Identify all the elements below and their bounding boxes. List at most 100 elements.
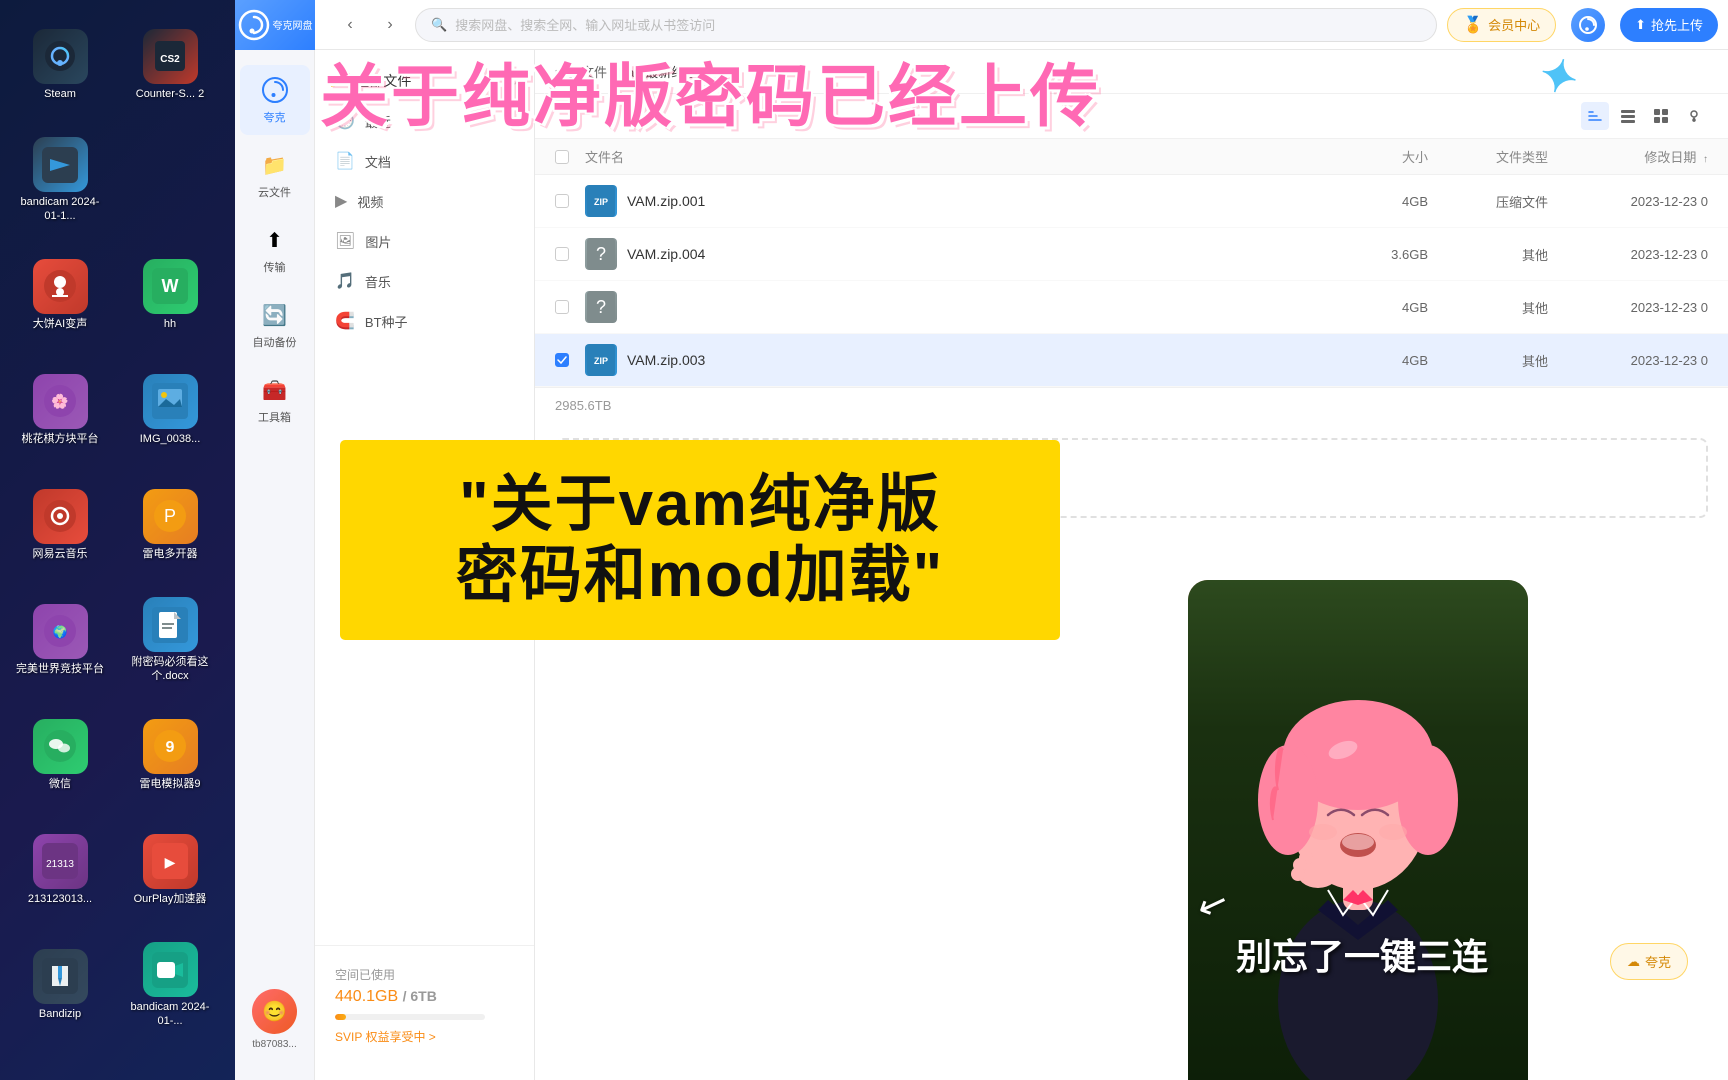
col-header-size: 大小	[1328, 147, 1428, 166]
sort-view-btn[interactable]	[1581, 102, 1609, 130]
breadcrumb-root[interactable]: 全部文件	[555, 62, 607, 81]
quark-icon-btn[interactable]	[1571, 8, 1605, 42]
banner-line2: 密码和mod加载"	[456, 540, 944, 611]
wangyi-icon[interactable]: 网易云音乐	[10, 475, 110, 575]
nav-bt[interactable]: 🧲 BT种子	[315, 301, 534, 341]
user-avatar[interactable]: 😊	[252, 989, 297, 1034]
nav-audio[interactable]: 🎵 音乐	[315, 261, 534, 301]
view-toolbar	[1581, 102, 1708, 130]
num21-icon[interactable]: 21313 213123013...	[10, 820, 110, 920]
svg-text:?: ?	[596, 297, 606, 317]
recent-label: 最近	[365, 112, 391, 131]
bandicam1-icon[interactable]: bandicam 2024-01-1...	[10, 130, 110, 230]
table-row[interactable]: ? VAM.zip.004 3.6GB 其他 2023-12-23 0	[535, 228, 1728, 281]
all-files-btn[interactable]: 📂 全部文件	[330, 71, 411, 91]
upload-label: 抢先上传	[1651, 15, 1703, 34]
sidebar-item-quark[interactable]: 夸克	[240, 65, 310, 135]
table-row[interactable]: ZIP VAM.zip.003 4GB 其他 2023-12-23 0	[535, 334, 1728, 387]
ourplay-label: OurPlay加速器	[134, 893, 207, 906]
file3-date: 2023-12-23 0	[1548, 300, 1708, 315]
table-row[interactable]: ? 4GB 其他 2023-12-23 0	[535, 281, 1728, 334]
map-view-btn[interactable]	[1680, 102, 1708, 130]
doc-icon-img	[143, 597, 198, 652]
taohua-icon[interactable]: 🌸 桃花棋方块平台	[10, 360, 110, 460]
sidebar-item-transfer[interactable]: ⬆ 传输	[240, 215, 310, 285]
hh-icon[interactable]: W hh	[120, 245, 220, 345]
dabing-icon[interactable]: 大饼AI变声	[10, 245, 110, 345]
svg-text:?: ?	[596, 244, 606, 264]
nav-docs[interactable]: 📄 文档	[315, 141, 534, 181]
anime-face-container	[1188, 580, 1528, 1080]
taohua-icon-img: 🌸	[33, 374, 88, 429]
bandicam2-label: bandicam 2024-01-...	[125, 1001, 215, 1027]
list-view-btn[interactable]	[1647, 102, 1675, 130]
icon-row-8: Bandizip bandicam 2024-01-...	[0, 930, 235, 1040]
svip-link[interactable]: SVIP 权益享受中 >	[335, 1028, 514, 1045]
file4-name: VAM.zip.003	[627, 352, 705, 368]
row1-checkbox[interactable]	[555, 194, 569, 208]
bandicam2-icon[interactable]: bandicam 2024-01-...	[120, 935, 220, 1035]
video-label: 视频	[357, 192, 383, 211]
bandizip-icon[interactable]: Bandizip	[10, 935, 110, 1035]
ourplay-icon-img: ▶	[143, 834, 198, 889]
transfer-icon: ⬆	[260, 225, 290, 255]
nav-video[interactable]: ▶ 视频	[315, 181, 534, 221]
nav-back-btn[interactable]: ‹	[335, 10, 365, 40]
anime-character-svg	[1188, 580, 1528, 1080]
row2-checkbox[interactable]	[555, 247, 569, 261]
file1-date: 2023-12-23 0	[1548, 194, 1708, 209]
cloud-sidebar: 夸克 📁 云文件 ⬆ 传输 🔄 自动备份 🧰 工具箱	[235, 50, 315, 1080]
nav-recent[interactable]: 🕐 最近	[315, 101, 534, 141]
wangyi-label: 网易云音乐	[33, 548, 88, 561]
steam-icon-img	[33, 29, 88, 84]
audio-icon: 🎵	[335, 271, 355, 291]
total-row: 2985.6TB	[535, 387, 1728, 423]
member-label: 会员中心	[1488, 15, 1540, 34]
sidebar-item-cloud-files[interactable]: 📁 云文件	[240, 140, 310, 210]
icon-row-5: 🌍 完美世界竞技平台 附密码必须看这个.docx	[0, 585, 235, 695]
search-placeholder: 搜索网盘、搜索全网、输入网址或从书签访问	[455, 15, 715, 34]
world-tech-icon[interactable]: 🌍 完美世界竞技平台	[10, 590, 110, 690]
leidianduo-icon[interactable]: P 雷电多开器	[120, 475, 220, 575]
ourplay-icon[interactable]: ▶ OurPlay加速器	[120, 820, 220, 920]
sidebar-item-tools[interactable]: 🧰 工具箱	[240, 365, 310, 435]
hh-label: hh	[164, 318, 176, 331]
leidianduo-icon-img: P	[143, 489, 198, 544]
search-bar[interactable]: 🔍 搜索网盘、搜索全网、输入网址或从书签访问	[415, 8, 1437, 42]
title-bar: 夸克网盘 ‹ › 🔍 搜索网盘、搜索全网、输入网址或从书签访问 🏅 会员中心 ⬆…	[235, 0, 1728, 50]
svg-text:P: P	[164, 506, 176, 526]
steam-icon[interactable]: Steam	[10, 15, 110, 115]
sidebar-item-auto-backup[interactable]: 🔄 自动备份	[240, 290, 310, 360]
row3-checkbox[interactable]	[555, 300, 569, 314]
file2-size: 3.6GB	[1328, 247, 1428, 262]
save-cloud-btn[interactable]: ☁ 夸克	[1610, 943, 1688, 980]
select-all-checkbox[interactable]	[555, 150, 569, 164]
docs-label: 文档	[365, 152, 391, 171]
file2-date: 2023-12-23 0	[1548, 247, 1708, 262]
upload-btn[interactable]: ⬆ 抢先上传	[1620, 8, 1718, 42]
counter-icon[interactable]: CS2 Counter-S... 2	[120, 15, 220, 115]
total-size: 2985.6TB	[555, 398, 611, 413]
yellow-banner: "关于vam纯净版 密码和mod加载"	[340, 440, 1060, 640]
nav-forward-btn[interactable]: ›	[375, 10, 405, 40]
row4-checkbox[interactable]	[555, 353, 569, 367]
bt-label: BT种子	[365, 312, 408, 331]
counter-icon-img: CS2	[143, 29, 198, 84]
doc-icon[interactable]: 附密码必须看这个.docx	[120, 590, 220, 690]
img-icon[interactable]: IMG_0038...	[120, 360, 220, 460]
member-center-btn[interactable]: 🏅 会员中心	[1447, 8, 1556, 42]
save-cloud-label: 夸克	[1645, 952, 1671, 971]
leidiannine-icon[interactable]: 9 雷电模拟器9	[120, 705, 220, 805]
storage-bar-fill	[335, 1014, 346, 1020]
weixin-icon[interactable]: 微信	[10, 705, 110, 805]
images-label: 图片	[365, 232, 391, 251]
bandizip-label: Bandizip	[39, 1008, 81, 1021]
col-header-type: 文件类型	[1428, 147, 1548, 166]
icon-row-4: 网易云音乐 P 雷电多开器	[0, 470, 235, 580]
table-row[interactable]: ZIP VAM.zip.001 4GB 压缩文件 2023-12-23 0	[535, 175, 1728, 228]
nav-images[interactable]: 🖼 图片	[315, 221, 534, 261]
svg-text:🌍: 🌍	[53, 625, 68, 639]
detail-view-btn[interactable]	[1614, 102, 1642, 130]
quark-logo-area: 夸克网盘	[235, 0, 315, 50]
collapse-btn[interactable]: ›	[513, 70, 519, 91]
